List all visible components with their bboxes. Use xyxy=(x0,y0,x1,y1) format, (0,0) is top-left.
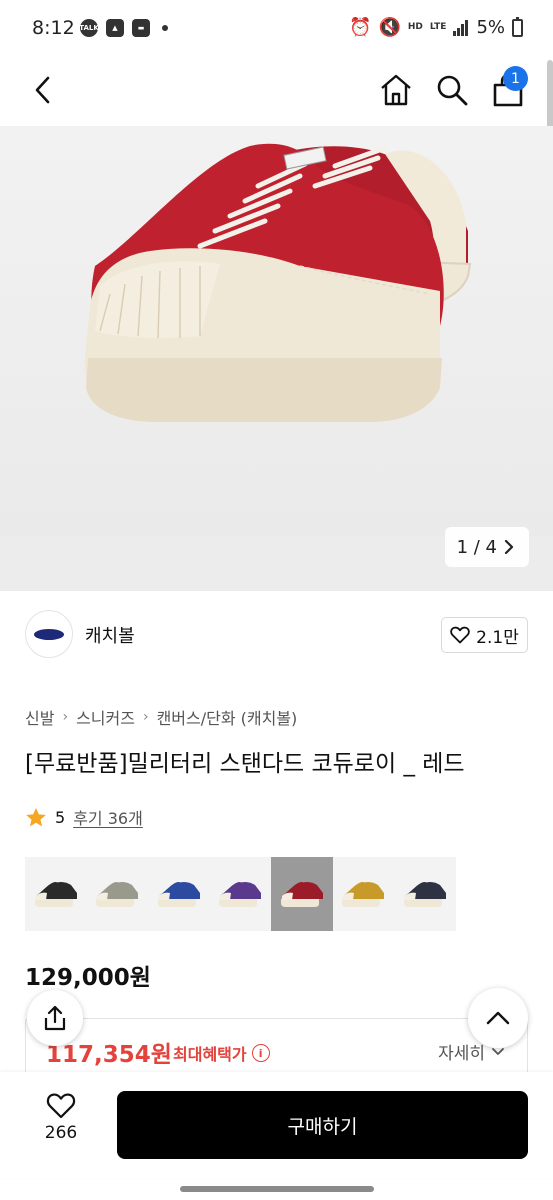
heart-icon xyxy=(450,626,470,644)
product-image xyxy=(84,143,472,422)
shoe-thumbnail-icon xyxy=(280,882,323,907)
bottom-purchase-bar: 266 구매하기 xyxy=(0,1072,553,1178)
color-option-thumbnail[interactable] xyxy=(86,857,148,931)
original-price: 129,000원 xyxy=(25,965,151,991)
home-icon xyxy=(381,74,411,106)
more-notifications-icon xyxy=(162,25,168,31)
benefit-label: 최대혜택가 i xyxy=(173,1041,270,1065)
shoe-thumbnail-icon xyxy=(157,882,200,907)
status-time: 8:12 xyxy=(32,17,75,39)
info-icon[interactable]: i xyxy=(251,1044,270,1062)
color-option-thumbnail[interactable] xyxy=(25,857,87,931)
app-notification-icon: ▬ xyxy=(132,19,150,37)
heart-icon xyxy=(46,1093,76,1119)
color-option-thumbnail[interactable] xyxy=(209,857,271,931)
scroll-to-top-button[interactable] xyxy=(468,988,528,1048)
status-bar: 8:12 TALK ▲ ▬ ⏰ 🔇 HD LTE 5% xyxy=(0,0,553,58)
breadcrumb: 신발 › 스니커즈 › 캔버스/단화 (캐치볼) xyxy=(25,705,297,729)
battery-icon xyxy=(512,16,523,37)
search-icon xyxy=(437,75,468,106)
home-button[interactable] xyxy=(372,66,420,114)
chevron-left-icon xyxy=(35,76,50,104)
lte-indicator: LTE xyxy=(429,22,447,32)
color-option-thumbnail[interactable] xyxy=(271,857,333,931)
signal-icon xyxy=(453,19,469,36)
breadcrumb-item[interactable]: 신발 xyxy=(25,705,54,729)
wishlist-button[interactable]: 266 xyxy=(22,1092,100,1162)
breadcrumb-item[interactable]: 스니커즈 xyxy=(76,705,135,729)
shoe-thumbnail-icon xyxy=(403,882,446,907)
chevron-right-icon xyxy=(504,539,514,555)
navigation-gesture-bar[interactable] xyxy=(180,1186,374,1192)
brand-like-count: 2.1만 xyxy=(476,627,519,648)
share-icon xyxy=(44,1005,66,1031)
talk-notification-icon: TALK xyxy=(79,19,99,37)
alarm-icon: ⏰ xyxy=(349,17,372,38)
color-option-thumbnail[interactable] xyxy=(148,857,210,931)
brand-logo-mark xyxy=(34,628,64,640)
brand-row: 캐치볼 2.1만 xyxy=(0,606,553,664)
color-option-thumbnail[interactable] xyxy=(332,857,394,931)
wishlist-count: 266 xyxy=(44,1123,78,1143)
detail-link-text: 자세히 xyxy=(438,1044,485,1064)
mute-icon: 🔇 xyxy=(378,17,401,38)
product-image-gallery[interactable]: 1 / 4 xyxy=(0,126,553,591)
share-button[interactable] xyxy=(27,990,83,1046)
cart-count-badge: 1 xyxy=(503,66,528,91)
breadcrumb-separator-icon: › xyxy=(62,709,69,725)
cart-button[interactable]: 1 xyxy=(484,66,532,114)
star-icon xyxy=(26,807,46,826)
product-title: [무료반품]밀리터리 스탠다드 코듀로이 _ 레드 xyxy=(25,751,465,777)
gallery-notification-icon: ▲ xyxy=(106,19,124,37)
gallery-page-counter[interactable]: 1 / 4 xyxy=(444,527,529,567)
shoe-thumbnail-icon xyxy=(342,882,385,907)
benefit-price-box[interactable]: 117,354원 최대혜택가 i 자세히 xyxy=(25,1018,528,1078)
breadcrumb-separator-icon: › xyxy=(142,709,149,725)
chevron-down-icon xyxy=(492,1047,504,1055)
brand-name[interactable]: 캐치볼 xyxy=(85,622,135,648)
review-count-link[interactable]: 후기 36개 xyxy=(73,805,143,829)
gallery-counter-text: 1 / 4 xyxy=(456,536,497,558)
benefit-label-text: 최대혜택가 xyxy=(173,1045,247,1064)
chevron-up-icon xyxy=(486,1011,510,1025)
rating-score: 5 xyxy=(55,807,66,827)
shoe-thumbnail-icon xyxy=(219,882,262,907)
notification-icons: TALK ▲ ▬ xyxy=(79,19,168,37)
search-button[interactable] xyxy=(428,66,476,114)
top-navigation: 1 xyxy=(0,58,553,126)
system-status: ⏰ 🔇 HD LTE 5% xyxy=(349,16,523,38)
buy-button[interactable]: 구매하기 xyxy=(117,1091,528,1159)
back-button[interactable] xyxy=(20,66,68,114)
color-option-thumbnail[interactable] xyxy=(394,857,456,931)
shoe-thumbnail-icon xyxy=(96,882,139,907)
shoe-thumbnail-icon xyxy=(34,882,77,907)
battery-percent: 5% xyxy=(476,17,505,38)
brand-like-button[interactable]: 2.1만 xyxy=(441,617,528,653)
brand-logo[interactable] xyxy=(25,610,73,658)
color-options xyxy=(25,857,456,931)
rating-row: 5 후기 36개 xyxy=(25,805,143,829)
breadcrumb-item[interactable]: 캔버스/단화 (캐치볼) xyxy=(157,705,298,729)
hd-voice-indicator: HD xyxy=(407,22,423,32)
